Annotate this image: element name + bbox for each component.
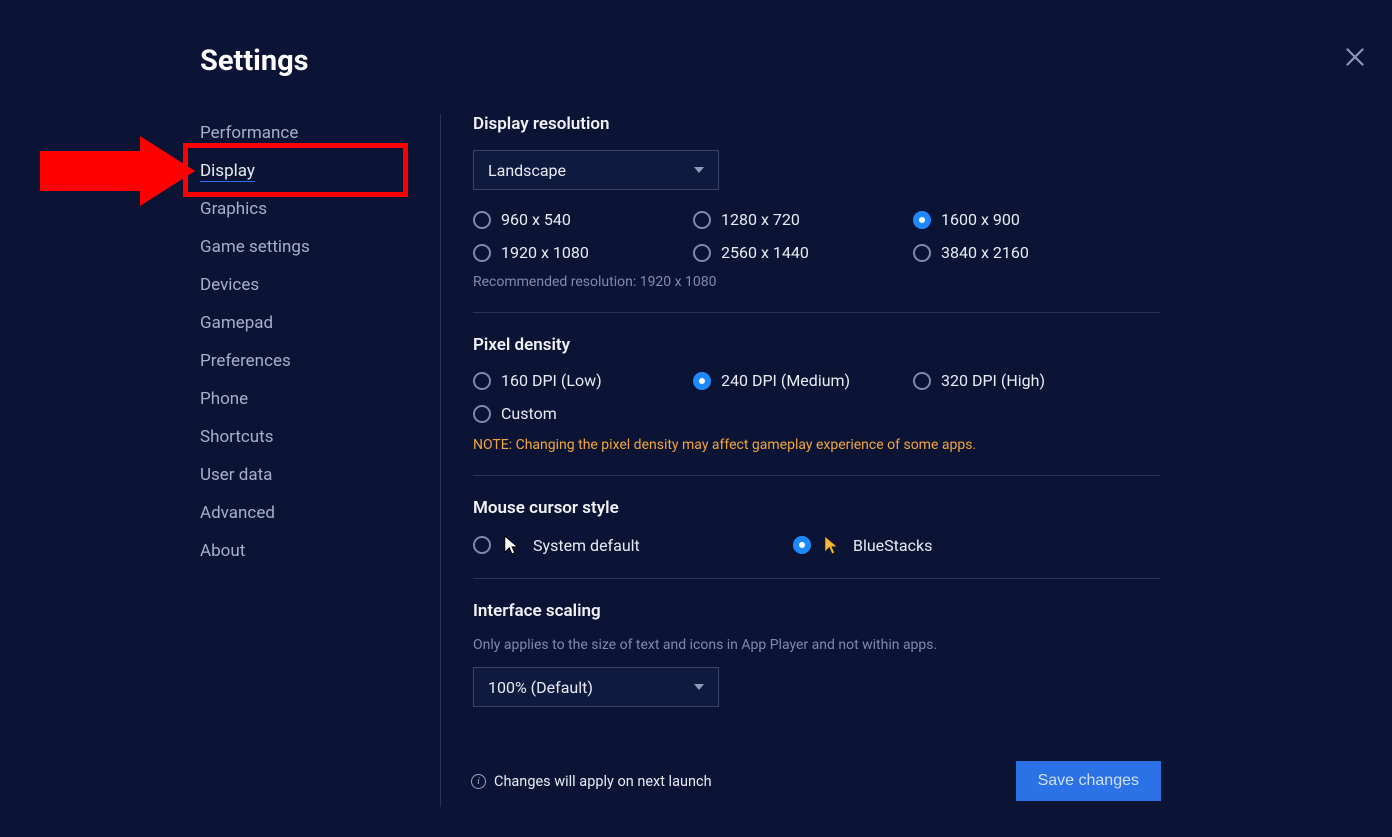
resolution-label: 1920 x 1080	[501, 243, 589, 262]
settings-panel: Display resolution Landscape 960 x 540 1…	[440, 114, 1160, 807]
resolution-label: 1600 x 900	[941, 210, 1020, 229]
radio-icon	[473, 211, 491, 229]
sidebar-item-user-data[interactable]: User data	[200, 456, 420, 494]
radio-icon	[913, 372, 931, 390]
cursor-label: BlueStacks	[853, 536, 932, 555]
cursor-option-bluestacks[interactable]: BlueStacks	[793, 534, 1113, 556]
orientation-dropdown[interactable]: Landscape	[473, 150, 719, 190]
chevron-down-icon	[694, 684, 704, 690]
dpi-label: 240 DPI (Medium)	[721, 371, 850, 390]
recommended-resolution-hint: Recommended resolution: 1920 x 1080	[473, 274, 1160, 290]
cursor-option-system[interactable]: System default	[473, 534, 793, 556]
radio-icon	[473, 405, 491, 423]
display-resolution-title: Display resolution	[473, 114, 1160, 134]
resolution-option-3840x2160[interactable]: 3840 x 2160	[913, 243, 1133, 262]
footer-notice-text: Changes will apply on next launch	[494, 773, 712, 790]
sidebar-item-shortcuts[interactable]: Shortcuts	[200, 418, 420, 456]
chevron-down-icon	[694, 167, 704, 173]
save-changes-button[interactable]: Save changes	[1016, 761, 1161, 801]
dpi-option-240[interactable]: 240 DPI (Medium)	[693, 371, 913, 390]
resolution-label: 1280 x 720	[721, 210, 800, 229]
annotation-arrow-icon	[30, 131, 200, 211]
bluestacks-cursor-icon	[823, 534, 841, 556]
sidebar-item-display[interactable]: Display	[200, 152, 420, 190]
system-cursor-icon	[503, 534, 521, 556]
resolution-option-2560x1440[interactable]: 2560 x 1440	[693, 243, 913, 262]
resolution-option-1280x720[interactable]: 1280 x 720	[693, 210, 913, 229]
dpi-option-320[interactable]: 320 DPI (High)	[913, 371, 1133, 390]
cursor-label: System default	[533, 536, 640, 555]
sidebar-item-gamepad[interactable]: Gamepad	[200, 304, 420, 342]
divider	[473, 475, 1160, 476]
sidebar-item-graphics[interactable]: Graphics	[200, 190, 420, 228]
divider	[473, 578, 1160, 579]
interface-scaling-desc: Only applies to the size of text and ico…	[473, 637, 1160, 653]
page-title: Settings	[200, 44, 1360, 78]
dpi-label: Custom	[501, 404, 557, 423]
orientation-selected-label: Landscape	[488, 161, 566, 180]
info-icon: i	[471, 774, 486, 789]
cursor-style-title: Mouse cursor style	[473, 498, 1160, 518]
radio-icon	[693, 244, 711, 262]
pixel-density-title: Pixel density	[473, 335, 1160, 355]
footer: i Changes will apply on next launch Save…	[471, 761, 1161, 801]
interface-scaling-title: Interface scaling	[473, 601, 1160, 621]
sidebar-item-game-settings[interactable]: Game settings	[200, 228, 420, 266]
dpi-label: 160 DPI (Low)	[501, 371, 602, 390]
resolution-option-960x540[interactable]: 960 x 540	[473, 210, 693, 229]
radio-icon	[473, 372, 491, 390]
radio-icon	[473, 244, 491, 262]
dpi-option-custom[interactable]: Custom	[473, 404, 693, 423]
sidebar-item-advanced[interactable]: Advanced	[200, 494, 420, 532]
sidebar-item-preferences[interactable]: Preferences	[200, 342, 420, 380]
resolution-label: 2560 x 1440	[721, 243, 809, 262]
radio-icon	[793, 536, 811, 554]
scaling-selected-label: 100% (Default)	[488, 678, 593, 697]
resolution-label: 960 x 540	[501, 210, 571, 229]
radio-icon	[913, 211, 931, 229]
resolution-option-1920x1080[interactable]: 1920 x 1080	[473, 243, 693, 262]
radio-icon	[693, 211, 711, 229]
sidebar-item-phone[interactable]: Phone	[200, 380, 420, 418]
sidebar-item-performance[interactable]: Performance	[200, 114, 420, 152]
radio-icon	[473, 536, 491, 554]
footer-notice: i Changes will apply on next launch	[471, 773, 712, 790]
resolution-label: 3840 x 2160	[941, 243, 1029, 262]
scaling-dropdown[interactable]: 100% (Default)	[473, 667, 719, 707]
pixel-density-note: NOTE: Changing the pixel density may aff…	[473, 437, 1160, 453]
radio-icon	[913, 244, 931, 262]
radio-icon	[693, 372, 711, 390]
divider	[473, 312, 1160, 313]
dpi-option-160[interactable]: 160 DPI (Low)	[473, 371, 693, 390]
resolution-option-1600x900[interactable]: 1600 x 900	[913, 210, 1133, 229]
dpi-label: 320 DPI (High)	[941, 371, 1045, 390]
sidebar-item-devices[interactable]: Devices	[200, 266, 420, 304]
sidebar-item-about[interactable]: About	[200, 532, 420, 570]
sidebar: Performance Display Graphics Game settin…	[200, 114, 440, 807]
